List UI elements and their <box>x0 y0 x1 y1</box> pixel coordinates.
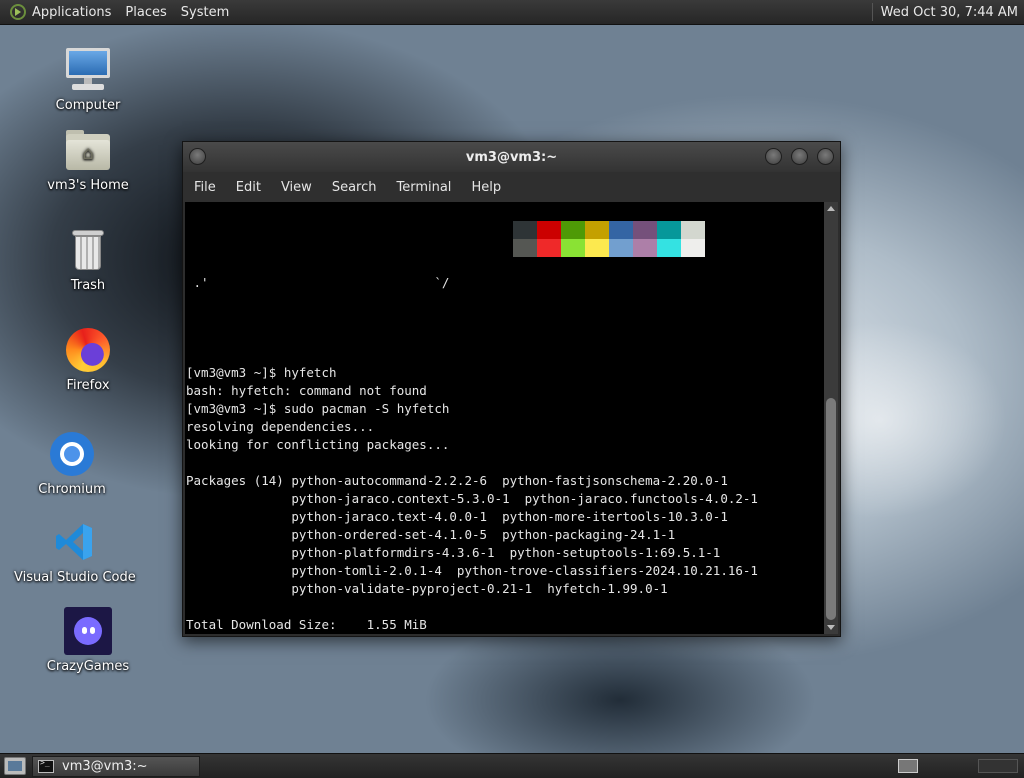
desktop-icon-home[interactable]: ⌂ vm3's Home <box>28 126 148 193</box>
color-swatch <box>585 239 609 257</box>
scroll-up-arrow-icon[interactable] <box>827 206 835 211</box>
desktop-icon-chromium[interactable]: Chromium <box>12 430 132 497</box>
terminal-line: python-validate-pyproject-0.21-1 hyfetch… <box>186 581 668 596</box>
desktop-icon-label: Firefox <box>66 378 110 393</box>
desktop-icon-trash[interactable]: Trash <box>28 226 148 293</box>
color-swatch <box>585 221 609 239</box>
color-swatch <box>633 239 657 257</box>
desktop-icon-label: vm3's Home <box>47 178 129 193</box>
taskbar-window-button[interactable]: vm3@vm3:~ <box>32 755 200 777</box>
scroll-thumb[interactable] <box>826 398 836 620</box>
chromium-icon <box>48 430 96 478</box>
menu-search[interactable]: Search <box>332 180 377 195</box>
color-swatch <box>513 239 537 257</box>
desktop-icon-label: Chromium <box>38 482 106 497</box>
color-swatch <box>657 239 681 257</box>
window-title: vm3@vm3:~ <box>465 149 558 165</box>
terminal-line: python-jaraco.text-4.0.0-1 python-more-i… <box>186 509 728 524</box>
maximize-button[interactable] <box>791 148 808 165</box>
trash-icon <box>64 226 112 274</box>
terminal-line: bash: hyfetch: command not found <box>186 383 427 398</box>
clock[interactable]: Wed Oct 30, 7:44 AM <box>881 5 1018 20</box>
desktop-icon-label: Visual Studio Code <box>14 570 136 585</box>
close-button[interactable] <box>817 148 834 165</box>
minimize-button[interactable] <box>765 148 782 165</box>
color-swatch <box>537 239 561 257</box>
terminal-line: Packages (14) python-autocommand-2.2.2-6… <box>186 473 728 488</box>
desktop-icon-label: CrazyGames <box>46 659 130 674</box>
color-swatch <box>561 239 585 257</box>
workspace-switcher-2[interactable] <box>978 759 1018 773</box>
home-folder-icon: ⌂ <box>64 126 112 174</box>
terminal-scrollbar[interactable] <box>824 202 838 634</box>
firefox-icon <box>64 326 112 374</box>
taskbar-window-label: vm3@vm3:~ <box>62 758 148 774</box>
color-swatch <box>633 221 657 239</box>
terminal-line: resolving dependencies... <box>186 419 375 434</box>
panel-separator <box>871 3 873 21</box>
color-swatch <box>609 221 633 239</box>
system-menu[interactable]: System <box>181 5 229 20</box>
color-swatch <box>561 221 585 239</box>
show-desktop-icon[interactable] <box>4 757 26 775</box>
color-swatch <box>537 221 561 239</box>
desktop-icon-computer[interactable]: Computer <box>28 46 148 113</box>
desktop-icon-vscode[interactable]: Visual Studio Code <box>14 518 136 585</box>
terminal-line: python-jaraco.context-5.3.0-1 python-jar… <box>186 491 758 506</box>
menu-terminal[interactable]: Terminal <box>396 180 451 195</box>
menu-view[interactable]: View <box>281 180 312 195</box>
terminal-line: Total Download Size: 1.55 MiB <box>186 617 427 632</box>
desktop-icon-firefox[interactable]: Firefox <box>28 326 148 393</box>
terminal-menubar: File Edit View Search Terminal Help <box>183 172 840 202</box>
color-palette-bottom <box>513 239 705 257</box>
color-swatch <box>681 239 705 257</box>
terminal-line: python-platformdirs-4.3.6-1 python-setup… <box>186 545 721 560</box>
window-titlebar[interactable]: vm3@vm3:~ <box>183 142 840 172</box>
color-swatch <box>609 239 633 257</box>
workspace-switcher-1[interactable] <box>898 759 918 773</box>
terminal-line: looking for conflicting packages... <box>186 437 450 452</box>
bottom-panel: vm3@vm3:~ <box>0 753 1024 778</box>
terminal-line: [vm3@vm3 ~]$ hyfetch <box>186 365 337 380</box>
terminal-window[interactable]: vm3@vm3:~ File Edit View Search Terminal… <box>182 141 841 637</box>
menu-file[interactable]: File <box>194 180 216 195</box>
crazygames-icon <box>64 607 112 655</box>
terminal-line: [vm3@vm3 ~]$ sudo pacman -S hyfetch <box>186 401 450 416</box>
desktop-icon-label: Computer <box>55 98 121 113</box>
color-palette-top <box>513 221 705 239</box>
vscode-icon <box>50 518 98 566</box>
terminal-line: .' `/ <box>186 275 450 290</box>
menu-help[interactable]: Help <box>471 180 501 195</box>
terminal-line: python-tomli-2.0.1-4 python-trove-classi… <box>186 563 758 578</box>
color-swatch <box>657 221 681 239</box>
top-panel: Applications Places System Wed Oct 30, 7… <box>0 0 1024 25</box>
places-menu[interactable]: Places <box>125 5 166 20</box>
window-menu-button[interactable] <box>189 148 206 165</box>
applications-icon[interactable] <box>10 4 26 20</box>
terminal-line: python-ordered-set-4.1.0-5 python-packag… <box>186 527 676 542</box>
color-swatch <box>513 221 537 239</box>
terminal-icon <box>38 758 54 773</box>
scroll-down-arrow-icon[interactable] <box>827 625 835 630</box>
desktop-icon-crazygames[interactable]: CrazyGames <box>28 607 148 674</box>
applications-menu[interactable]: Applications <box>32 5 111 20</box>
color-swatch <box>681 221 705 239</box>
desktop-icon-label: Trash <box>70 278 106 293</box>
computer-icon <box>64 46 112 94</box>
menu-edit[interactable]: Edit <box>236 180 261 195</box>
terminal-output[interactable]: .' `/ [vm3@vm3 ~]$ hyfetch bash: hyfetch: … <box>185 202 826 634</box>
